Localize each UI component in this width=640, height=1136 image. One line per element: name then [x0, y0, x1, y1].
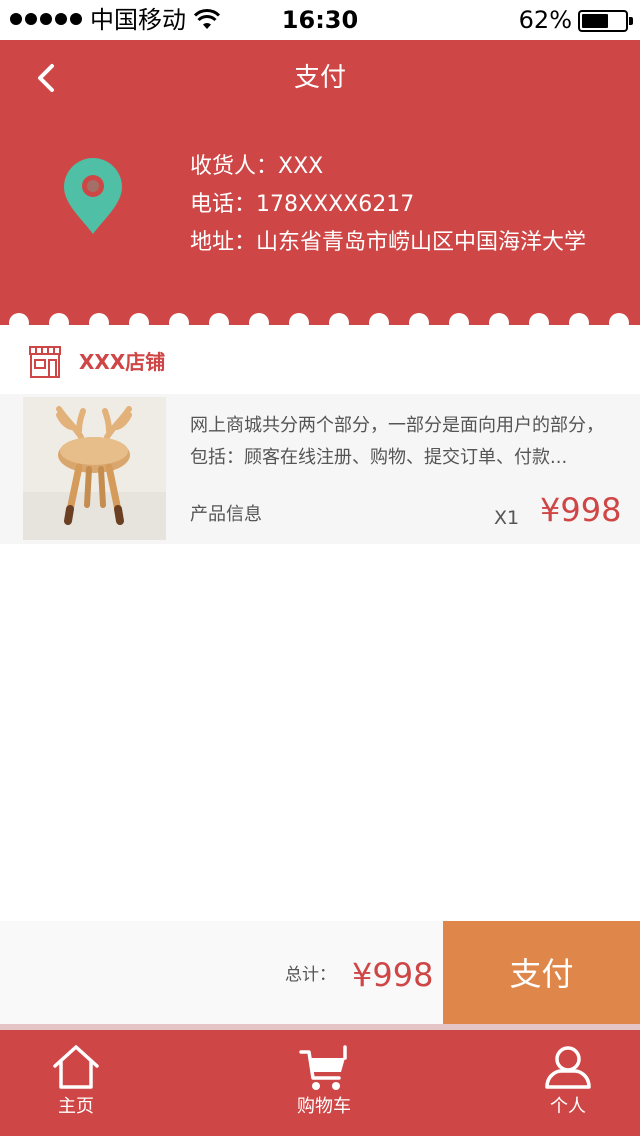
- consignee-name: 收货人：XXX: [190, 154, 324, 179]
- page-title: 支付: [293, 63, 346, 93]
- product-quantity: X1: [494, 507, 520, 529]
- product-info-label: 产品信息: [190, 504, 262, 525]
- total-label: 总计：: [285, 965, 336, 985]
- battery-icon: [578, 10, 633, 32]
- delivery-info[interactable]: 收货人：XXX 电话：178XXXX6217 地址：山东省青岛市崂山区中国海洋大…: [190, 148, 586, 262]
- store-icon: [29, 346, 61, 378]
- product-description: 网上商城共分两个部分，一部分是面向用户的部分，包括：顾客在线注册、购物、提交订单…: [190, 415, 604, 468]
- total-price: ¥998: [352, 956, 434, 994]
- battery-percentage: 62%: [518, 6, 572, 34]
- checkout-bar: 总计： ¥998 支付: [0, 921, 640, 1027]
- pay-button[interactable]: 支付: [443, 921, 640, 1027]
- bottom-tab-bar: 主页 购物车 个人: [0, 1030, 640, 1136]
- battery-level: [582, 14, 609, 28]
- tab-cart[interactable]: 购物车: [254, 1030, 394, 1136]
- tab-profile-label: 个人: [550, 1096, 586, 1117]
- store-row[interactable]: XXX店铺: [0, 330, 640, 394]
- product-price: ¥998: [540, 491, 622, 529]
- location-pin-icon: [64, 158, 122, 234]
- tab-home[interactable]: 主页: [6, 1030, 146, 1136]
- scalloped-edge: [0, 313, 640, 333]
- cart-icon: [299, 1045, 347, 1090]
- status-bar: 中国移动 16:30 62%: [0, 0, 640, 40]
- tab-profile[interactable]: 个人: [498, 1030, 638, 1136]
- product-card[interactable]: 网上商城共分两个部分，一部分是面向用户的部分，包括：顾客在线注册、购物、提交订单…: [0, 394, 640, 544]
- user-icon: [545, 1046, 591, 1089]
- tab-cart-label: 购物车: [297, 1096, 351, 1117]
- home-icon: [53, 1045, 99, 1089]
- consignee-phone: 电话：178XXXX6217: [190, 192, 415, 217]
- tab-home-label: 主页: [58, 1096, 94, 1117]
- address-header: 支付 收货人：XXX 电话：178XXXX6217 地址：山东省青岛市崂山区中国…: [0, 40, 640, 333]
- store-name: XXX店铺: [79, 350, 166, 374]
- delivery-address: 地址：山东省青岛市崂山区中国海洋大学: [190, 230, 587, 255]
- product-image: [23, 397, 166, 540]
